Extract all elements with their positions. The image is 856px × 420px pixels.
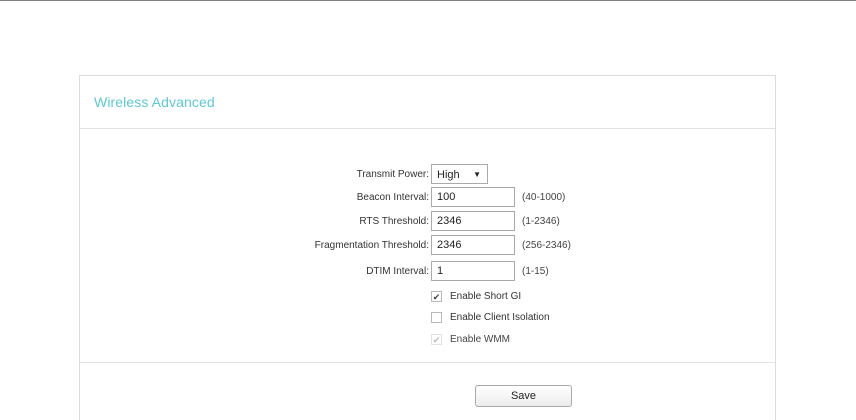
rts-threshold-row: RTS Threshold: (1-2346) [80, 211, 775, 233]
wireless-advanced-panel: Wireless Advanced Transmit Power: High ▼… [79, 75, 776, 420]
beacon-interval-label: Beacon Interval: [356, 192, 429, 203]
save-button[interactable]: Save [475, 385, 572, 407]
beacon-interval-row: Beacon Interval: (40-1000) [80, 187, 775, 209]
fragmentation-threshold-label: Fragmentation Threshold: [314, 240, 429, 251]
panel-header: Wireless Advanced [80, 76, 775, 129]
rts-threshold-input[interactable] [431, 211, 515, 231]
client-isolation-label: Enable Client Isolation [450, 312, 550, 323]
transmit-power-select[interactable]: High ▼ [431, 164, 488, 184]
chevron-down-icon: ▼ [473, 170, 481, 179]
rts-threshold-range: (1-2346) [522, 216, 560, 227]
rts-threshold-label: RTS Threshold: [359, 216, 429, 227]
dtim-interval-label: DTIM Interval: [366, 266, 429, 277]
client-isolation-checkbox[interactable] [431, 312, 442, 323]
wmm-label: Enable WMM [450, 334, 511, 345]
beacon-interval-input[interactable] [431, 187, 515, 207]
transmit-power-row: Transmit Power: High ▼ [80, 164, 775, 186]
top-divider [0, 0, 856, 1]
transmit-power-value: High [437, 169, 460, 181]
short-gi-label: Enable Short GI [450, 291, 522, 302]
short-gi-checkbox[interactable]: ✔ [431, 291, 442, 302]
fragmentation-threshold-row: Fragmentation Threshold: (256-2346) [80, 235, 775, 257]
transmit-power-label: Transmit Power: [356, 169, 429, 180]
dtim-interval-input[interactable] [431, 261, 515, 281]
beacon-interval-range: (40-1000) [522, 192, 566, 203]
dtim-interval-row: DTIM Interval: (1-15) [80, 261, 775, 283]
fragmentation-threshold-range: (256-2346) [522, 240, 571, 251]
fragmentation-threshold-input[interactable] [431, 235, 515, 255]
panel-title: Wireless Advanced [94, 94, 215, 110]
dtim-interval-range: (1-15) [522, 266, 549, 277]
wmm-checkbox: ✔ [431, 334, 442, 345]
footer-divider [80, 362, 775, 363]
